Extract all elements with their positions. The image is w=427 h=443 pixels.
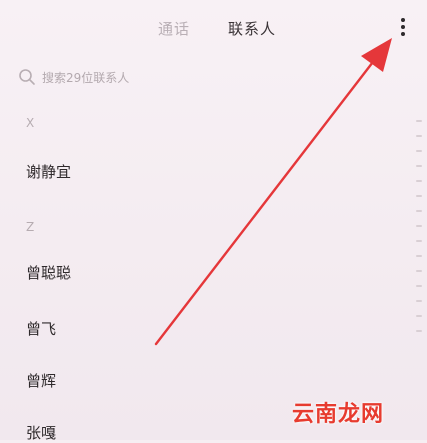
watermark-logo: 云南龙网 (292, 402, 385, 427)
section-letter-z: Z (26, 220, 35, 234)
more-vertical-icon (401, 18, 405, 22)
top-tab-bar: 通话 联系人 (0, 0, 427, 60)
tab-calls[interactable]: 通话 (158, 18, 190, 39)
contact-item[interactable]: 曾聪聪 (26, 262, 71, 283)
contacts-screen: 通话 联系人 X 谢静宜 Z 曾聪聪 曾飞 曾辉 张嘎 云南龙网 (0, 0, 427, 442)
more-options-button[interactable] (394, 16, 412, 38)
contact-item[interactable]: 曾飞 (26, 318, 56, 339)
search-input[interactable] (40, 67, 364, 89)
contact-item[interactable]: 谢静宜 (26, 161, 71, 182)
section-letter-x: X (26, 116, 35, 130)
contact-item[interactable]: 曾辉 (26, 370, 56, 391)
search-icon (19, 69, 35, 85)
search-bar[interactable] (18, 64, 378, 92)
alphabet-index[interactable] (414, 120, 424, 345)
tab-contacts[interactable]: 联系人 (228, 18, 276, 39)
